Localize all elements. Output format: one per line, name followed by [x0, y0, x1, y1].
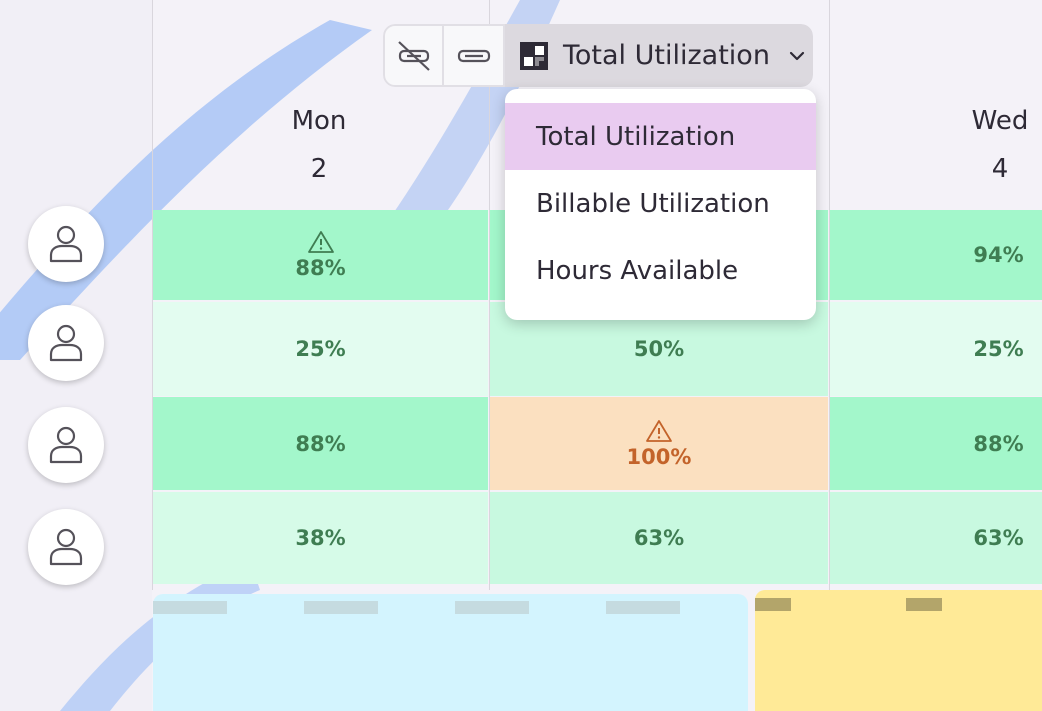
event-marker	[606, 601, 680, 614]
day-name: Wed	[971, 106, 1029, 136]
view-toolbar: Total Utilization	[383, 24, 813, 87]
cell-value: 25%	[295, 337, 346, 361]
bar-icon	[457, 49, 490, 62]
cell-value: 63%	[973, 526, 1024, 550]
event-marker	[304, 601, 378, 614]
tag-off-icon	[397, 40, 430, 71]
event-marker	[153, 601, 227, 614]
utilization-cell[interactable]: 25%	[830, 302, 1042, 396]
avatar[interactable]	[28, 206, 104, 282]
event-block[interactable]	[755, 590, 1042, 711]
menu-item-total-utilization[interactable]: Total Utilization	[505, 103, 816, 170]
warning-icon	[646, 419, 672, 442]
warning-icon	[307, 231, 334, 253]
user-icon	[49, 225, 83, 263]
day-date: 2	[310, 154, 328, 184]
cell-value: 94%	[973, 243, 1024, 267]
chevron-down-icon	[789, 51, 805, 60]
compact-view-button[interactable]	[444, 24, 505, 87]
event-marker	[455, 601, 529, 614]
avatar[interactable]	[28, 407, 104, 483]
menu-item-billable-utilization[interactable]: Billable Utilization	[505, 170, 816, 237]
metric-select-label: Total Utilization	[563, 40, 770, 71]
user-icon	[49, 528, 83, 566]
day-date: 4	[991, 154, 1009, 184]
utilization-cell[interactable]: 88%	[153, 397, 488, 490]
cell-value: 88%	[295, 431, 346, 456]
metric-select[interactable]: Total Utilization	[505, 24, 813, 87]
menu-item-hours-available[interactable]: Hours Available	[505, 237, 816, 304]
avatar[interactable]	[28, 305, 104, 381]
utilization-cell[interactable]: 88%	[153, 210, 488, 300]
cell-value: 100%	[626, 444, 692, 469]
utilization-cell[interactable]: 38%	[153, 492, 488, 584]
user-icon	[49, 324, 83, 362]
event-marker	[755, 598, 791, 611]
cell-value: 25%	[973, 337, 1024, 361]
event-block[interactable]	[153, 594, 748, 711]
cell-value: 88%	[973, 431, 1024, 456]
utilization-cell-over[interactable]: 100%	[490, 397, 828, 490]
cell-value: 63%	[633, 526, 685, 550]
utilization-cell[interactable]: 94%	[830, 210, 1042, 300]
utilization-cell[interactable]: 88%	[830, 397, 1042, 490]
user-icon	[49, 426, 83, 464]
hide-labels-button[interactable]	[383, 24, 444, 87]
utilization-cell[interactable]: 63%	[830, 492, 1042, 584]
metric-dropdown-menu: Total Utilization Billable Utilization H…	[505, 89, 816, 320]
cell-value: 50%	[633, 337, 685, 361]
avatar[interactable]	[28, 509, 104, 585]
heatmap-icon	[520, 41, 548, 70]
day-name: Mon	[291, 106, 347, 136]
day-header-wed: Wed 4	[950, 106, 1042, 184]
day-header-mon: Mon 2	[269, 106, 369, 184]
cell-value: 88%	[295, 256, 346, 280]
event-marker	[906, 598, 942, 611]
cell-value: 38%	[295, 526, 346, 550]
utilization-cell[interactable]: 63%	[490, 492, 828, 584]
utilization-cell[interactable]: 25%	[153, 302, 488, 396]
